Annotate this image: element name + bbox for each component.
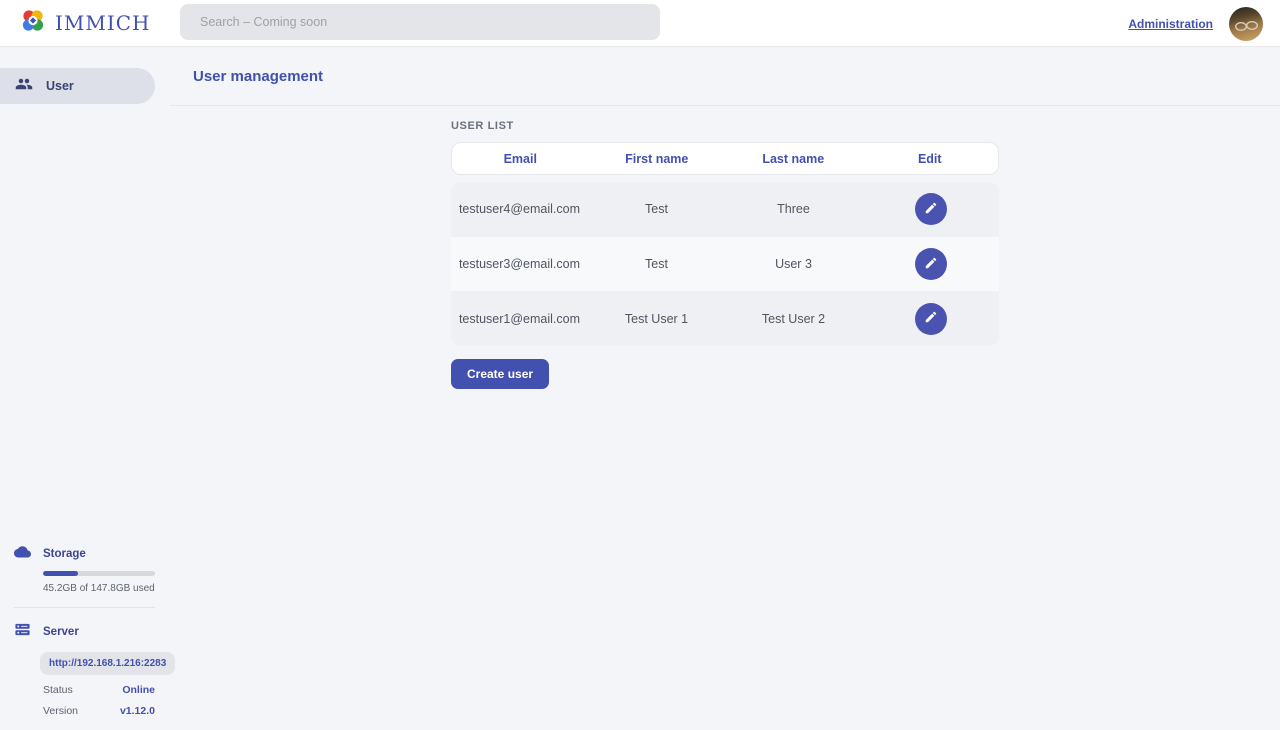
- user-last-name: Three: [725, 202, 862, 216]
- version-value: v1.12.0: [120, 705, 155, 717]
- immich-flower-icon: [20, 8, 46, 39]
- app-header: IMMICH Administration: [0, 0, 1280, 47]
- create-user-button[interactable]: Create user: [451, 359, 549, 389]
- logo-wordmark: IMMICH: [55, 11, 151, 35]
- pencil-icon: [924, 310, 938, 327]
- server-title: Server: [43, 626, 79, 638]
- user-first-name: Test: [588, 202, 725, 216]
- storage-title: Storage: [43, 548, 86, 560]
- server-icon: [14, 621, 31, 643]
- user-email: testuser4@email.com: [451, 202, 588, 216]
- user-table-header: Email First name Last name Edit: [451, 142, 999, 175]
- user-last-name: Test User 2: [725, 312, 862, 326]
- user-first-name: Test: [588, 257, 725, 271]
- status-value: Online: [122, 684, 155, 696]
- column-header-first-name: First name: [589, 152, 726, 166]
- version-label: Version: [43, 705, 78, 717]
- main-panel: User management USER LIST Email First na…: [170, 47, 1280, 730]
- storage-progress-fill: [43, 571, 78, 576]
- search-input[interactable]: [180, 4, 660, 40]
- server-status-row: Status Online: [43, 684, 155, 696]
- user-last-name: User 3: [725, 257, 862, 271]
- edit-user-button[interactable]: [915, 248, 947, 280]
- edit-user-button[interactable]: [915, 303, 947, 335]
- sidebar-item-user-label: User: [46, 79, 74, 93]
- column-header-edit: Edit: [862, 152, 999, 166]
- user-table-body: testuser4@email.com Test Three: [451, 182, 999, 346]
- server-version-row: Version v1.12.0: [43, 705, 155, 717]
- storage-usage-text: 45.2GB of 147.8GB used: [43, 583, 155, 594]
- sidebar-footer: Storage 45.2GB of 147.8GB used: [0, 545, 170, 730]
- edit-user-button[interactable]: [915, 193, 947, 225]
- immich-logo: IMMICH: [0, 8, 151, 39]
- column-header-email: Email: [452, 152, 589, 166]
- server-url-chip: http://192.168.1.216:2283: [40, 652, 175, 675]
- administration-link[interactable]: Administration: [1128, 17, 1213, 31]
- title-bar: User management: [170, 47, 1280, 106]
- user-email: testuser3@email.com: [451, 257, 588, 271]
- user-first-name: Test User 1: [588, 312, 725, 326]
- sidebar: User Storage 45.2GB of 147.8GB used: [0, 47, 170, 730]
- table-row: testuser1@email.com Test User 1 Test Use…: [451, 291, 999, 346]
- sidebar-divider: [14, 607, 155, 608]
- cloud-icon: [14, 545, 31, 563]
- avatar[interactable]: [1229, 7, 1263, 41]
- table-row: testuser3@email.com Test User 3: [451, 237, 999, 292]
- pencil-icon: [924, 256, 938, 273]
- users-icon: [15, 75, 33, 98]
- user-email: testuser1@email.com: [451, 312, 588, 326]
- user-list-label: USER LIST: [451, 120, 999, 132]
- table-row: testuser4@email.com Test Three: [451, 182, 999, 237]
- page-title: User management: [193, 68, 323, 85]
- column-header-last-name: Last name: [725, 152, 862, 166]
- sidebar-item-user[interactable]: User: [0, 68, 155, 104]
- status-label: Status: [43, 684, 73, 696]
- storage-progress-bar: [43, 571, 155, 576]
- pencil-icon: [924, 201, 938, 218]
